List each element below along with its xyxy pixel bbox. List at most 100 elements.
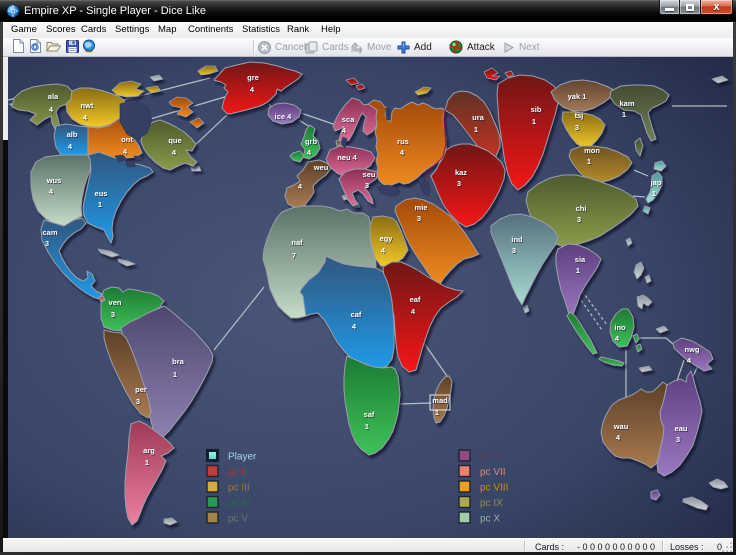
window-title: Empire XP - Single Player - Dice Like xyxy=(24,5,206,17)
territory-label: que xyxy=(168,136,181,145)
territory-label: sca xyxy=(342,115,355,124)
menu-item-settings[interactable]: Settings xyxy=(112,23,152,36)
cancel-icon xyxy=(258,41,271,54)
save-button[interactable] xyxy=(64,39,81,56)
menu-item-help[interactable]: Help xyxy=(318,23,344,36)
save-icon-part-part xyxy=(69,47,77,53)
menu-item-statistics[interactable]: Statistics xyxy=(239,23,283,36)
menu-item-cards[interactable]: Cards xyxy=(78,23,109,36)
legend-swatch xyxy=(207,466,218,477)
menu-bar: GameScoresCardsSettingsMap ContinentsStat… xyxy=(3,22,733,38)
menu-item-scores[interactable]: Scores xyxy=(43,23,79,36)
territory-label: mad xyxy=(432,396,448,405)
territory-label: chi xyxy=(576,204,587,213)
open-folder-icon-part-part xyxy=(47,46,61,51)
territory-label: grb xyxy=(305,137,318,146)
move-button: Move xyxy=(350,38,391,56)
globe-button[interactable] xyxy=(80,39,97,56)
print-preview-button[interactable]: Q xyxy=(27,39,44,56)
menu-item-game[interactable]: Game xyxy=(8,23,40,36)
territory-label: 1 xyxy=(587,157,591,166)
attack-icon xyxy=(449,40,463,54)
close-icon: x xyxy=(701,0,732,14)
menu-item-rank[interactable]: Rank xyxy=(284,23,312,36)
lake xyxy=(386,108,390,120)
attack-icon-part-part xyxy=(452,43,455,46)
open-folder-icon xyxy=(46,40,61,55)
legend-swatch xyxy=(459,481,470,492)
statusbar-separator xyxy=(524,541,525,551)
territory-label: eaf xyxy=(410,295,421,304)
cancel-button-part: Cancel xyxy=(275,42,306,53)
attack-button-part: Attack xyxy=(467,42,495,53)
next-icon-part xyxy=(502,41,515,54)
minimize-button[interactable] xyxy=(659,0,680,15)
move-button-part: Move xyxy=(367,42,391,53)
app-icon xyxy=(6,4,20,18)
territory-label: 1 xyxy=(474,125,478,134)
territory-label: kaz xyxy=(455,168,467,177)
print-preview-icon-part-part: Q xyxy=(33,45,38,51)
territory-label: egy xyxy=(380,234,394,243)
territory-den[interactable] xyxy=(336,140,341,146)
map-area[interactable]: alaala44nwtnwt44albalb44ontont44queque44… xyxy=(3,57,733,538)
legend-swatch xyxy=(459,497,470,508)
menu-item-continents[interactable]: Continents xyxy=(185,23,236,36)
territory-label: yak 1 xyxy=(568,92,587,101)
next-icon xyxy=(502,41,515,54)
territory-label: caf xyxy=(351,310,362,319)
cards-status-label: Cards : xyxy=(535,542,564,552)
territory-label: wau xyxy=(613,422,629,431)
territory-label: 1 xyxy=(652,189,656,198)
add-button[interactable]: Add xyxy=(397,38,432,56)
territory-label: gre xyxy=(247,73,259,82)
new-document-icon-part xyxy=(12,39,25,53)
save-icon xyxy=(66,40,79,56)
map-left-strip-dark xyxy=(3,140,8,538)
resize-grip[interactable] xyxy=(721,541,732,552)
open-folder-button[interactable] xyxy=(45,39,62,56)
legend-swatch xyxy=(207,497,218,508)
legend-label: pc VII xyxy=(480,467,506,478)
territory-label: 3 xyxy=(512,246,516,255)
territory-label: ura xyxy=(472,113,485,122)
territory-label: 1 xyxy=(435,408,439,417)
territory-label: 3 xyxy=(577,215,581,224)
menu-item-map[interactable]: Map xyxy=(155,23,179,36)
maximize-button[interactable] xyxy=(680,0,700,15)
territory-label: tsj xyxy=(575,111,584,120)
close-button[interactable]: x xyxy=(700,0,733,15)
window-controls: x xyxy=(659,0,733,17)
minimize-button-part xyxy=(660,0,679,14)
legend-swatch xyxy=(207,512,218,523)
territory-label: 1 xyxy=(145,458,149,467)
print-preview-icon-part-part xyxy=(37,40,41,44)
territory-label: per xyxy=(135,385,147,394)
territory-label: arg xyxy=(143,446,155,455)
territory-label: 1 xyxy=(173,370,177,379)
map-left-strip-light xyxy=(3,57,8,140)
territory-label: ven xyxy=(109,298,122,307)
app-icon-part xyxy=(7,5,19,17)
territory-label: 3 xyxy=(365,181,369,190)
legend-label: pc II xyxy=(228,467,247,478)
status-bar: Cards : -0000000000 Losses : 0 xyxy=(3,538,733,552)
territory-label: 1 xyxy=(532,117,536,126)
territory-label: ice 4 xyxy=(275,112,293,121)
territory-label: 3 xyxy=(457,179,461,188)
legend-swatch xyxy=(459,450,470,461)
move-icon xyxy=(350,41,363,54)
attack-button[interactable]: Attack xyxy=(449,38,495,56)
title-bar[interactable]: Empire XP - Single Player - Dice Like x xyxy=(0,0,736,22)
app-window: Empire XP - Single Player - Dice Like x … xyxy=(0,0,736,555)
territory-label: sia xyxy=(575,255,586,264)
cards-button: Cards xyxy=(305,38,349,56)
add-button-part: Add xyxy=(414,42,432,53)
maximize-button-part-part xyxy=(686,4,694,11)
territory-label: 3 xyxy=(417,214,421,223)
territory-label: naf xyxy=(291,238,303,247)
new-document-button[interactable] xyxy=(10,39,27,56)
cards-button-part: Cards xyxy=(322,42,349,53)
save-icon-part-part xyxy=(69,50,76,51)
toolbar-separator xyxy=(253,40,254,54)
